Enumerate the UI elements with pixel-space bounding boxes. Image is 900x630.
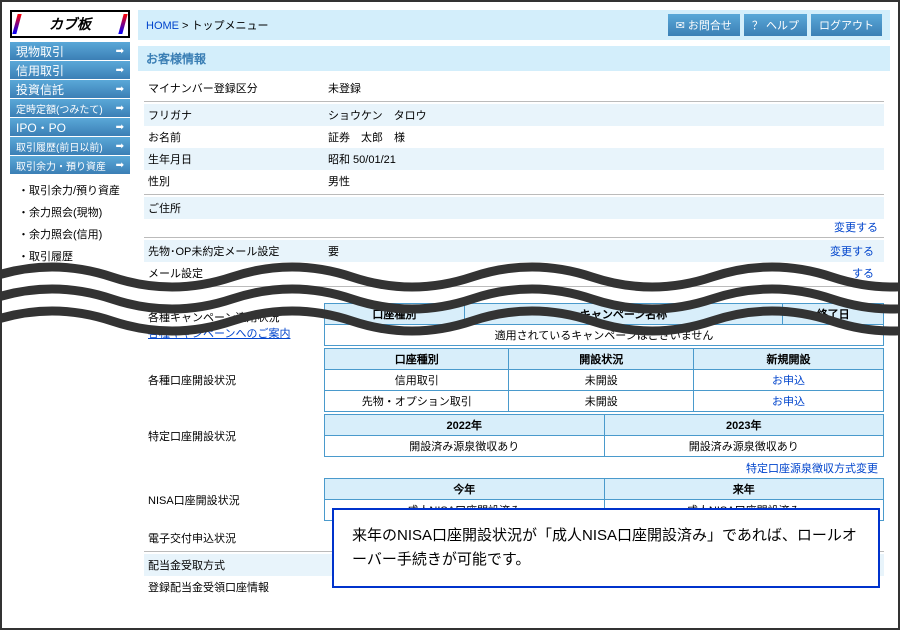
furigana-label: フリガナ — [148, 107, 328, 123]
arrow-right-icon: ➡ — [116, 160, 124, 171]
arrow-right-icon: ➡ — [116, 84, 124, 95]
tokutei-change-link[interactable]: 特定口座源泉徴収方式変更 — [144, 457, 884, 476]
campaign-none: 適用されているキャンペーンはございません — [325, 325, 884, 346]
denshi-label: 電子交付申込状況 — [148, 530, 328, 546]
accounts-row-label: 各種口座開設状況 — [144, 348, 324, 412]
haitou-label: 配当金受取方式 — [148, 557, 328, 573]
topbar: HOME > トップメニュー ✉ お問合せ ？ ヘルプ ログアウト — [138, 10, 890, 40]
nav-label: 取引余力・預り資産 — [16, 158, 106, 173]
apply-link[interactable]: お申込 — [772, 375, 805, 387]
th-acct-type: 口座種別 — [325, 349, 509, 370]
tokutei-row-label: 特定口座開設状況 — [144, 414, 324, 457]
touroku-label: 登録配当金受領口座情報 — [148, 579, 328, 595]
acct-r1-type: 信用取引 — [325, 370, 509, 391]
sex-label: 性別 — [148, 173, 328, 189]
sidebar-nav: 現物取引 ➡ 信用取引 ➡ 投資信託 ➡ 定時定額(つみたて) ➡ IPO・PO ➡ 取引… — [10, 42, 130, 174]
subnav-item[interactable]: ・余力照会(信用) — [18, 223, 126, 245]
th-nisa-this: 今年 — [325, 479, 605, 500]
th-y1: 2022年 — [325, 415, 605, 436]
mynumber-value: 未登録 — [328, 80, 880, 96]
nav-label: 取引履歴(前日以前) — [16, 139, 103, 154]
sidebar-subnav: ・取引余力/預り資産 ・余力照会(現物) ・余力照会(信用) ・取引履歴 — [10, 175, 130, 271]
arrow-right-icon: ➡ — [116, 103, 124, 114]
subnav-label: 余力照会(現物) — [29, 207, 102, 219]
subnav-label: 取引履歴 — [29, 251, 73, 263]
arrow-right-icon: ➡ — [116, 65, 124, 76]
arrow-right-icon: ➡ — [116, 122, 124, 133]
nav-toushin[interactable]: 投資信託 ➡ — [10, 80, 130, 98]
nav-label: 信用取引 — [16, 62, 64, 79]
th-nisa-next: 来年 — [604, 479, 884, 500]
sex-value: 男性 — [328, 173, 880, 189]
th-type: 口座種別 — [325, 304, 465, 325]
sakimono-label: 先物･OP未約定メール設定 — [148, 243, 328, 259]
breadcrumb-current: トップメニュー — [192, 20, 269, 32]
campaign-link[interactable]: 各種キャンペーンへのご案内 — [148, 328, 290, 340]
nav-genbutsu[interactable]: 現物取引 ➡ — [10, 42, 130, 60]
contact-button[interactable]: ✉ お問合せ — [668, 14, 740, 36]
logo: カブ板 — [10, 10, 130, 38]
address-label: ご住所 — [148, 200, 328, 216]
tokutei-s1: 開設済み源泉徴収あり — [325, 436, 605, 457]
nav-ipo[interactable]: IPO・PO ➡ — [10, 118, 130, 136]
accounts-table: 口座種別開設状況新規開設 信用取引未開設お申込 先物・オプション取引未開設お申込 — [324, 348, 884, 412]
tokutei-s2: 開設済み源泉徴収あり — [604, 436, 884, 457]
nav-label: IPO・PO — [16, 119, 66, 136]
breadcrumb: HOME > トップメニュー — [146, 17, 269, 33]
campaign-row-label: 各種キャンペーン適用状況 各種キャンペーンへのご案内 — [144, 303, 324, 346]
nav-label: 定時定額(つみたて) — [16, 101, 103, 116]
th-y2: 2023年 — [604, 415, 884, 436]
nav-label: 現物取引 — [16, 43, 64, 60]
change-link[interactable]: 変更する — [800, 243, 880, 259]
nav-yoryoku[interactable]: 取引余力・預り資産 ➡ — [10, 156, 130, 174]
name-value: 証券 太郎 様 — [328, 129, 880, 145]
acct-r2-status: 未開設 — [509, 391, 693, 412]
breadcrumb-sep: > — [179, 20, 192, 32]
acct-r1-status: 未開設 — [509, 370, 693, 391]
nisa-row-label: NISA口座開設状況 — [144, 478, 324, 521]
nav-teiji[interactable]: 定時定額(つみたて) ➡ — [10, 99, 130, 117]
birth-label: 生年月日 — [148, 151, 328, 167]
arrow-right-icon: ➡ — [116, 46, 124, 57]
mynumber-label: マイナンバー登録区分 — [148, 80, 328, 96]
birth-value: 昭和 50/01/21 — [328, 151, 880, 167]
subnav-label: 取引余力/預り資産 — [29, 185, 120, 197]
nav-label: 投資信託 — [16, 81, 64, 98]
subnav-item[interactable]: ・余力照会(現物) — [18, 201, 126, 223]
help-button[interactable]: ？ ヘルプ — [744, 14, 807, 36]
logout-button[interactable]: ログアウト — [811, 14, 882, 36]
mail-label: メール設定 — [148, 265, 328, 281]
arrow-right-icon: ➡ — [116, 141, 124, 152]
tokutei-table: 2022年2023年 開設済み源泉徴収あり開設済み源泉徴収あり — [324, 414, 884, 457]
th-name: キャンペーン名称 — [464, 304, 783, 325]
campaign-table: 口座種別キャンペーン名称終了日 適用されているキャンペーンはございません — [324, 303, 884, 346]
annotation-callout: 来年のNISA口座開設状況が「成人NISA口座開設済み」であれば、ロールオーバー… — [332, 508, 880, 588]
nav-rireki[interactable]: 取引履歴(前日以前) ➡ — [10, 137, 130, 155]
th-acct-new: 新規開設 — [693, 349, 883, 370]
subnav-item[interactable]: ・取引履歴 — [18, 245, 126, 267]
furigana-value: ショウケン タロウ — [328, 107, 880, 123]
name-label: お名前 — [148, 129, 328, 145]
sakimono-value: 要 — [328, 243, 800, 259]
section-title: お客様情報 — [138, 46, 890, 71]
nav-shinyou[interactable]: 信用取引 ➡ — [10, 61, 130, 79]
breadcrumb-home[interactable]: HOME — [146, 20, 179, 32]
th-acct-status: 開設状況 — [509, 349, 693, 370]
change-link[interactable]: 変更する — [144, 219, 884, 235]
subnav-label: 余力照会(信用) — [29, 229, 102, 241]
th-end: 終了日 — [783, 304, 884, 325]
acct-r2-type: 先物・オプション取引 — [325, 391, 509, 412]
apply-link[interactable]: お申込 — [772, 396, 805, 408]
subnav-item[interactable]: ・取引余力/預り資産 — [18, 179, 126, 201]
